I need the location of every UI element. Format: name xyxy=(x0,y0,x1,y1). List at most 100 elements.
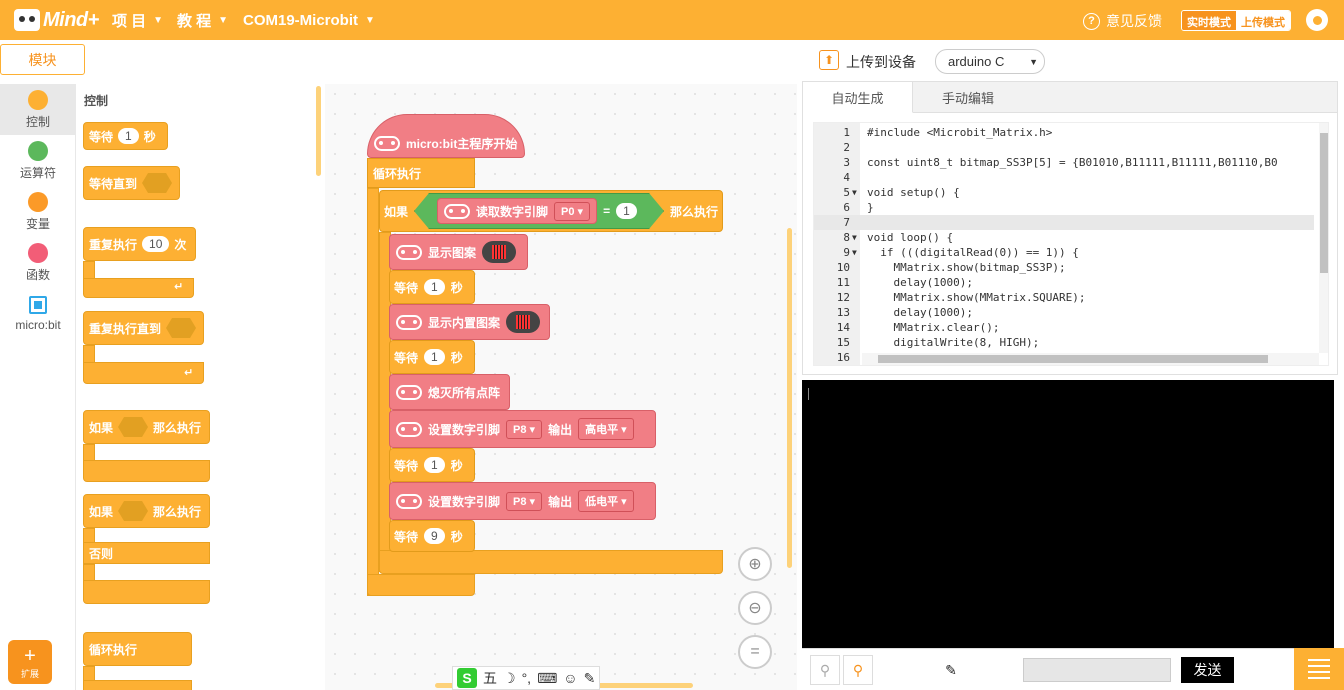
wait-block[interactable]: 等待 1 秒 xyxy=(389,340,475,374)
wait-block[interactable]: 等待 9 秒 xyxy=(389,520,475,552)
led-pattern-icon[interactable] xyxy=(482,241,517,263)
add-extension-icon: + xyxy=(24,645,36,667)
mind-plus-logo: Mind+ xyxy=(14,7,99,33)
code-line[interactable]: 12 MMatrix.show(MMatrix.SQUARE); xyxy=(814,290,1314,305)
palette-block-forever[interactable]: 循环执行 xyxy=(83,632,192,666)
palette-block-wait[interactable]: 等待 1 秒 xyxy=(83,122,168,150)
board-select[interactable]: arduino C ▼ xyxy=(935,49,1045,74)
logo-text: Mind+ xyxy=(43,8,99,31)
category-microbit[interactable]: micro:bit xyxy=(0,288,76,339)
code-line[interactable]: 2 xyxy=(814,140,1314,155)
fold-arrow-icon[interactable]: ▼ xyxy=(852,230,857,245)
wrench-icon[interactable]: ✎ xyxy=(584,670,596,687)
palette-block-if[interactable]: 如果 那么执行 xyxy=(83,410,210,444)
wait-value[interactable]: 1 xyxy=(118,128,139,144)
mode-realtime-button[interactable]: 实时模式 xyxy=(1182,11,1236,30)
palette-block-repeat[interactable]: 重复执行 10 次 xyxy=(83,227,196,261)
editor-horizontal-scrollbar[interactable] xyxy=(862,353,1319,365)
moon-icon[interactable]: ☽ xyxy=(503,670,516,687)
zoom-reset-icon[interactable]: = xyxy=(738,635,772,669)
usb-icon[interactable]: ⚲ xyxy=(810,655,840,685)
code-line[interactable]: 10 MMatrix.show(bitmap_SS3P); xyxy=(814,260,1314,275)
menu-port[interactable]: COM19-Microbit ▼ xyxy=(243,0,375,40)
code-line[interactable]: 11 delay(1000); xyxy=(814,275,1314,290)
category-variables[interactable]: 变量 xyxy=(0,186,76,237)
serial-send-input[interactable] xyxy=(1023,658,1171,682)
user-icon[interactable]: ☺ xyxy=(563,670,577,686)
palette-block-repeat-until[interactable]: 重复执行直到 xyxy=(83,311,204,345)
code-line[interactable]: 13 delay(1000); xyxy=(814,305,1314,320)
usb-active-icon[interactable]: ⚲ xyxy=(843,655,873,685)
wait-value[interactable]: 1 xyxy=(424,457,445,473)
pin-dropdown[interactable]: P8 ▾ xyxy=(506,491,543,511)
menu-list-icon[interactable] xyxy=(1294,648,1344,690)
clear-matrix-block[interactable]: 熄灭所有点阵 xyxy=(389,374,510,410)
level-dropdown[interactable]: 低电平 ▾ xyxy=(578,490,634,512)
code-line[interactable]: 15 digitalWrite(8, HIGH); xyxy=(814,335,1314,350)
read-digital-pin-block[interactable]: 读取数字引脚 P0 ▾ xyxy=(437,198,598,224)
extension-button[interactable]: + 扩展 xyxy=(8,640,52,684)
category-control[interactable]: 控制 xyxy=(0,84,76,135)
microbit-start-block[interactable]: micro:bit主程序开始 xyxy=(367,114,525,158)
zoom-in-icon[interactable]: ⊕ xyxy=(738,547,772,581)
code-line[interactable]: 1 #include <Microbit_Matrix.h> xyxy=(814,125,1314,140)
code-line[interactable]: 3 const uint8_t bitmap_SS3P[5] = {B01010,… xyxy=(814,155,1314,170)
send-button[interactable]: 发送 xyxy=(1181,657,1234,683)
upload-to-device-button[interactable]: 上传到设备 xyxy=(846,52,916,72)
category-functions[interactable]: 函数 xyxy=(0,237,76,288)
tab-auto-generate[interactable]: 自动生成 xyxy=(803,82,913,113)
palette-block-if-else[interactable]: 如果 那么执行 xyxy=(83,494,210,528)
code-line[interactable]: 9 ▼ if (((digitalRead(0)) == 1)) { xyxy=(814,245,1314,260)
level-dropdown[interactable]: 高电平 ▾ xyxy=(578,418,634,440)
code-line[interactable]: 14 MMatrix.clear(); xyxy=(814,320,1314,335)
ime-logo-icon[interactable]: S xyxy=(457,668,477,688)
workspace-vertical-scrollbar[interactable] xyxy=(787,228,792,568)
pin-dropdown[interactable]: P8 ▾ xyxy=(506,419,543,439)
code-line[interactable]: 7 xyxy=(814,215,1314,230)
code-line[interactable]: 5 ▼ void setup() { xyxy=(814,185,1314,200)
show-pattern-block[interactable]: 显示图案 xyxy=(389,234,528,270)
wait-value[interactable]: 9 xyxy=(424,528,445,544)
equals-condition[interactable]: 读取数字引脚 P0 ▾ = 1 xyxy=(414,193,665,229)
set-digital-pin-block[interactable]: 设置数字引脚 P8 ▾ 输出 低电平 ▾ xyxy=(389,482,656,520)
code-line[interactable]: 4 xyxy=(814,170,1314,185)
category-operators[interactable]: 运算符 xyxy=(0,135,76,186)
wait-value[interactable]: 1 xyxy=(424,279,445,295)
code-text: if (((digitalRead(0)) == 1)) { xyxy=(867,246,1079,259)
pin-dropdown[interactable]: P0 ▾ xyxy=(554,201,591,221)
mode-upload-button[interactable]: 上传模式 xyxy=(1236,11,1290,30)
ime-mode[interactable]: 五 xyxy=(483,668,497,688)
zoom-out-icon[interactable]: ⊖ xyxy=(738,591,772,625)
code-line[interactable]: 6} xyxy=(814,200,1314,215)
editor-vertical-scrollbar[interactable] xyxy=(1319,123,1328,353)
set-digital-pin-block[interactable]: 设置数字引脚 P8 ▾ 输出 高电平 ▾ xyxy=(389,410,656,448)
led-square-icon[interactable] xyxy=(506,311,541,333)
wait-value[interactable]: 1 xyxy=(424,349,445,365)
show-builtin-pattern-block[interactable]: 显示内置图案 xyxy=(389,304,550,340)
code-line[interactable]: 8 ▼ void loop() { xyxy=(814,230,1314,245)
upload-arrow-icon[interactable]: ⬆ xyxy=(819,50,839,70)
tab-manual-edit[interactable]: 手动编辑 xyxy=(913,82,1023,113)
punctuation-icon[interactable]: °, xyxy=(522,670,532,686)
settings-gear-icon[interactable] xyxy=(1306,9,1328,31)
block-workspace[interactable]: micro:bit主程序开始 循环执行 如果 读取数字引脚 P0 ▾ = 1 那… xyxy=(325,84,797,690)
if-then-block[interactable]: 如果 读取数字引脚 P0 ▾ = 1 那么执行 xyxy=(379,190,723,232)
code-editor[interactable]: 1 #include <Microbit_Matrix.h> 2 3 const uin… xyxy=(813,122,1329,366)
repeat-value[interactable]: 10 xyxy=(142,236,170,252)
equals-value[interactable]: 1 xyxy=(616,203,637,219)
modules-tab[interactable]: 模块 xyxy=(0,44,85,75)
fold-arrow-icon[interactable]: ▼ xyxy=(852,185,857,200)
serial-terminal[interactable] xyxy=(802,380,1334,648)
block-label: 重复执行 xyxy=(89,237,138,252)
palette-scrollbar[interactable] xyxy=(316,86,321,176)
keyboard-icon[interactable]: ⌨ xyxy=(537,670,557,687)
fold-arrow-icon[interactable]: ▼ xyxy=(852,245,857,260)
palette-block-wait-until[interactable]: 等待直到 xyxy=(83,166,180,200)
menu-tutorial[interactable]: 教 程 ▼ xyxy=(177,0,228,40)
wait-block[interactable]: 等待 1 秒 xyxy=(389,270,475,304)
menu-project[interactable]: 项 目 ▼ xyxy=(112,0,163,40)
forever-block[interactable]: 循环执行 xyxy=(367,158,475,188)
clear-terminal-icon[interactable]: ✎ xyxy=(936,655,966,685)
wait-block[interactable]: 等待 1 秒 xyxy=(389,448,475,482)
feedback-link[interactable]: ? 意见反馈 xyxy=(1083,11,1162,31)
